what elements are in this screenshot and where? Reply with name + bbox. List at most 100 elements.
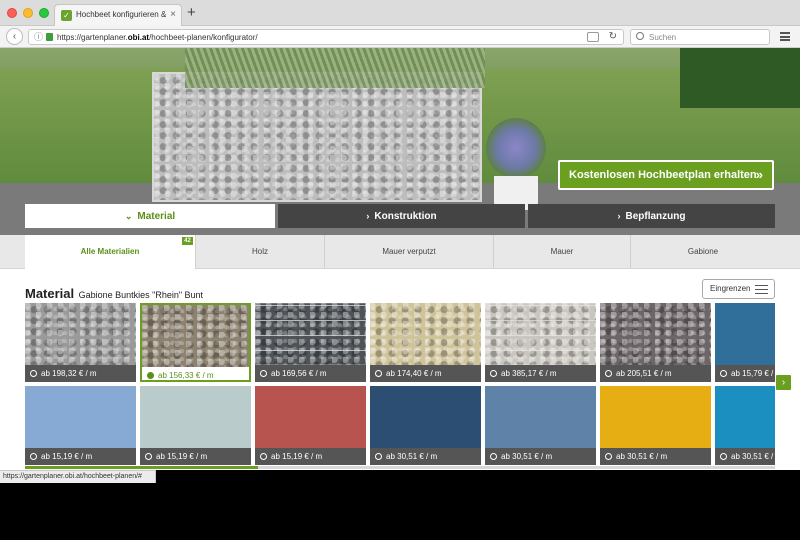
radio-icon[interactable] <box>375 370 382 377</box>
material-swatch <box>255 303 366 365</box>
reader-view-icon[interactable] <box>587 32 599 42</box>
hero-hedge <box>680 48 800 108</box>
search-bar[interactable]: Suchen <box>630 29 770 45</box>
window-zoom-button[interactable] <box>39 8 49 18</box>
material-swatch <box>370 386 481 448</box>
material-tile[interactable]: ab 30,51 € / m <box>715 386 775 465</box>
back-button[interactable]: ‹ <box>6 28 23 45</box>
radio-icon[interactable] <box>260 370 267 377</box>
search-icon <box>636 32 644 40</box>
material-tile[interactable]: ab 385,17 € / m <box>485 303 596 382</box>
radio-icon[interactable] <box>147 372 154 379</box>
radio-icon[interactable] <box>490 370 497 377</box>
material-price: ab 30,51 € / m <box>370 448 481 465</box>
material-price: ab 30,51 € / m <box>715 448 775 465</box>
status-bar-url: https://gartenplaner.obi.at/hochbeet-pla… <box>0 470 156 483</box>
material-tile[interactable]: ab 205,51 € / m <box>600 303 711 382</box>
material-tile[interactable]: ab 198,32 € / m <box>25 303 136 382</box>
material-swatch <box>255 386 366 448</box>
selected-material-name: Gabione Buntkies "Rhein" Bunt <box>78 290 204 300</box>
browser-tabbar: ✓ Hochbeet konfigurieren & pe × + <box>0 0 800 26</box>
material-tile[interactable]: ab 15,79 € / m <box>715 303 775 382</box>
chevron-right-icon: › <box>366 211 370 221</box>
radio-icon[interactable] <box>720 453 727 460</box>
step-tab-bepflanzung[interactable]: › Bepflanzung <box>528 204 775 228</box>
radio-icon[interactable] <box>605 453 612 460</box>
hero-gabion-bed <box>152 72 482 202</box>
step-tab-konstruktion[interactable]: › Konstruktion <box>278 204 525 228</box>
material-tile[interactable]: ab 30,51 € / m <box>370 386 481 465</box>
radio-icon[interactable] <box>30 370 37 377</box>
material-swatch <box>715 386 775 448</box>
hero-lavender <box>486 118 546 178</box>
material-price: ab 174,40 € / m <box>370 365 481 382</box>
cta-label: Kostenlosen Hochbeetplan erhalten <box>569 169 757 181</box>
material-swatch <box>600 303 711 365</box>
radio-icon[interactable] <box>375 453 382 460</box>
radio-icon[interactable] <box>30 453 37 460</box>
material-price: ab 198,32 € / m <box>25 365 136 382</box>
free-plan-cta-button[interactable]: Kostenlosen Hochbeetplan erhalten » <box>558 160 774 190</box>
material-price: ab 205,51 € / m <box>600 365 711 382</box>
hero-image: Kostenlosen Hochbeetplan erhalten » ⌄ Mat… <box>0 48 800 235</box>
material-swatch <box>25 303 136 365</box>
window-close-button[interactable] <box>7 8 17 18</box>
step-tab-material[interactable]: ⌄ Material <box>25 204 275 228</box>
page-content: Kostenlosen Hochbeetplan erhalten » ⌄ Mat… <box>0 48 800 470</box>
radio-icon[interactable] <box>605 370 612 377</box>
tab-gabione[interactable]: Gabione <box>631 235 775 269</box>
radio-icon[interactable] <box>260 453 267 460</box>
configurator-steps: ⌄ Material › Konstruktion › Bepflanzung <box>25 204 775 228</box>
material-tile[interactable]: ab 15,19 € / m <box>140 386 251 465</box>
material-tile[interactable]: ab 156,33 € / m <box>140 303 251 382</box>
hero-grass <box>185 48 485 88</box>
tab-mauer[interactable]: Mauer <box>494 235 631 269</box>
material-tile[interactable]: ab 15,19 € / m <box>25 386 136 465</box>
section-heading: Material <box>25 286 75 301</box>
material-price: ab 15,19 € / m <box>140 448 251 465</box>
window-minimize-button[interactable] <box>23 8 33 18</box>
address-bar[interactable]: ⓘ https://gartenplaner.obi.at/hochbeet-p… <box>28 29 624 45</box>
tab-alle-materialien[interactable]: Alle Materialien 42 <box>25 235 196 269</box>
carousel-next-button[interactable]: › <box>776 375 791 390</box>
carousel-progress <box>25 466 775 469</box>
browser-window: ✓ Hochbeet konfigurieren & pe × + ‹ ⓘ ht… <box>0 0 800 540</box>
radio-icon[interactable] <box>145 453 152 460</box>
obi-favicon-icon: ✓ <box>61 10 72 21</box>
lock-icon <box>46 33 53 41</box>
tab-holz[interactable]: Holz <box>196 235 325 269</box>
radio-icon[interactable] <box>720 370 727 377</box>
material-price: ab 15,79 € / m <box>715 365 775 382</box>
material-swatch <box>25 386 136 448</box>
tab-close-icon[interactable]: × <box>170 9 176 21</box>
material-tile[interactable]: ab 30,51 € / m <box>600 386 711 465</box>
tab-title: Hochbeet konfigurieren & pe <box>76 10 166 19</box>
material-price: ab 30,51 € / m <box>485 448 596 465</box>
hamburger-menu-icon[interactable] <box>780 32 790 41</box>
chevron-right-icon: › <box>617 211 621 221</box>
material-swatch <box>140 386 251 448</box>
material-price: ab 385,17 € / m <box>485 365 596 382</box>
search-placeholder: Suchen <box>649 33 677 42</box>
info-icon[interactable]: ⓘ <box>34 32 43 43</box>
material-tile[interactable]: ab 30,51 € / m <box>485 386 596 465</box>
material-price: ab 156,33 € / m <box>142 367 249 380</box>
material-swatch <box>715 303 775 365</box>
browser-tab[interactable]: ✓ Hochbeet konfigurieren & pe × <box>54 4 182 26</box>
material-tile[interactable]: ab 15,19 € / m <box>255 386 366 465</box>
material-swatch <box>485 386 596 448</box>
material-tile[interactable]: ab 174,40 € / m <box>370 303 481 382</box>
radio-icon[interactable] <box>490 453 497 460</box>
filter-button[interactable]: Eingrenzen <box>702 279 775 299</box>
material-swatch <box>600 386 711 448</box>
url-text[interactable]: https://gartenplaner.obi.at/hochbeet-pla… <box>57 32 258 43</box>
material-swatch <box>485 303 596 365</box>
tab-mauer-verputzt[interactable]: Mauer verputzt <box>325 235 494 269</box>
material-tile[interactable]: ab 169,56 € / m <box>255 303 366 382</box>
reload-icon[interactable]: ↻ <box>609 31 617 43</box>
sliders-icon <box>755 285 768 294</box>
new-tab-button[interactable]: + <box>187 5 196 21</box>
material-price: ab 30,51 € / m <box>600 448 711 465</box>
count-badge: 42 <box>182 237 193 245</box>
browser-navbar: ‹ ⓘ https://gartenplaner.obi.at/hochbeet… <box>0 26 800 48</box>
